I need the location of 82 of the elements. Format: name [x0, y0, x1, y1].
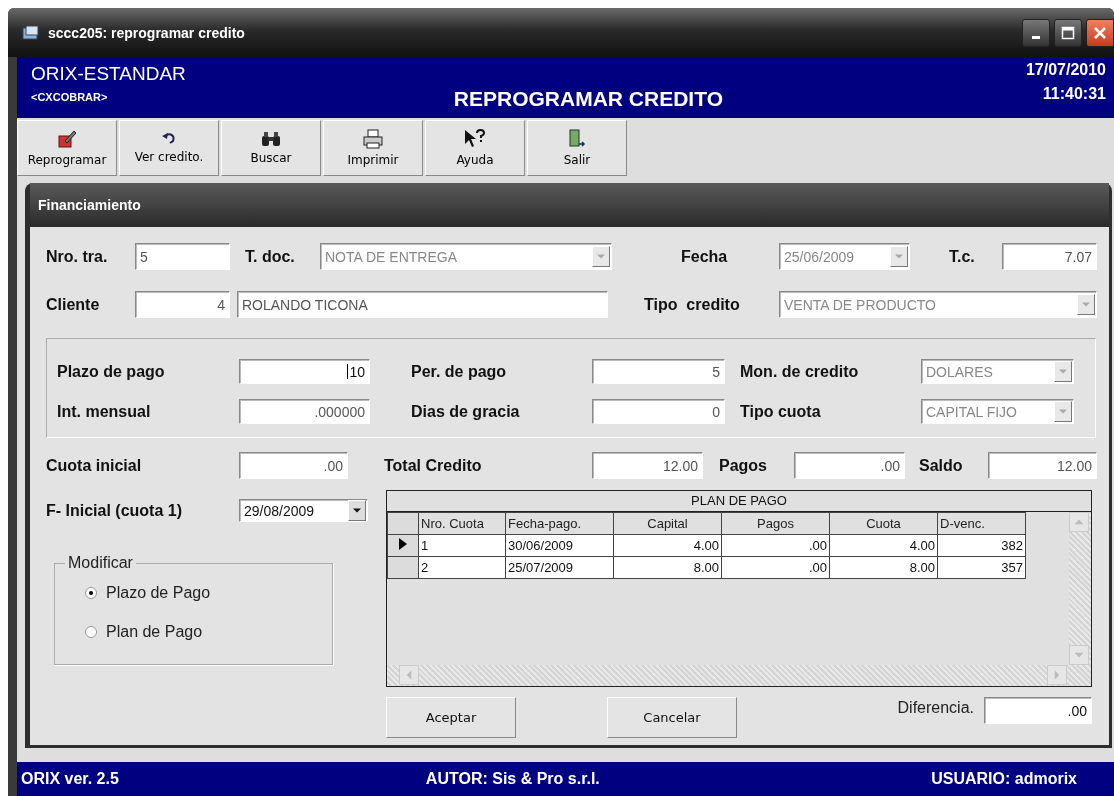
- version-text: ORIX ver. 2.5: [21, 770, 119, 788]
- toolbar-button[interactable]: Reprogramar: [17, 120, 117, 176]
- accept-button[interactable]: Aceptar: [386, 697, 516, 738]
- radio-option[interactable]: Plan de Pago: [85, 621, 203, 643]
- door-icon: [568, 129, 586, 149]
- text-field[interactable]: 7.07: [1002, 243, 1097, 270]
- field-label: Fecha: [681, 247, 729, 266]
- radio-button[interactable]: [85, 626, 97, 638]
- company-name: ORIX-ESTANDAR: [31, 63, 186, 85]
- column-header[interactable]: Fecha-pago.: [505, 512, 614, 535]
- column-header[interactable]: Nro. Cuota: [418, 512, 506, 535]
- vertical-scrollbar[interactable]: [1069, 512, 1091, 665]
- scroll-down-icon[interactable]: [1069, 645, 1089, 665]
- field-label: Tipo credito: [644, 295, 741, 314]
- text-field[interactable]: 5: [135, 243, 230, 270]
- close-icon: [1093, 25, 1107, 40]
- text-field[interactable]: 12.00: [988, 452, 1097, 479]
- user-text: USUARIO: admorix: [931, 770, 1077, 788]
- field-label: Per. de pago: [411, 362, 508, 381]
- minimize-button[interactable]: [1022, 18, 1050, 47]
- text-field[interactable]: 12.00: [592, 452, 703, 479]
- field-label: Mon. de credito: [740, 362, 860, 381]
- horizontal-scrollbar[interactable]: [387, 665, 1091, 686]
- field-label: Cuota inicial: [46, 456, 143, 475]
- field-label: Dias de gracia: [411, 402, 521, 421]
- toolbar-button[interactable]: Ayuda: [425, 120, 525, 176]
- scroll-right-icon[interactable]: [1047, 665, 1067, 685]
- field-label: Total Credito: [384, 456, 483, 475]
- screen-title: REPROGRAMAR CREDITO: [453, 87, 723, 112]
- field-label: T. doc.: [245, 247, 296, 266]
- field-label: Tipo cuota: [740, 402, 822, 421]
- field-label: Nro. tra.: [46, 247, 109, 266]
- radio-option[interactable]: Plazo de Pago: [85, 582, 211, 604]
- maximize-icon: [1061, 25, 1075, 40]
- field-label: Int. mensual: [57, 402, 152, 421]
- field-label: F- Inicial (cuota 1): [46, 501, 183, 520]
- row-header[interactable]: [387, 556, 419, 579]
- minimize-icon: [1032, 36, 1040, 39]
- window-title: sccc205: reprogramar credito: [48, 24, 245, 41]
- toolbar-button[interactable]: Buscar: [221, 120, 321, 176]
- text-field[interactable]: 10: [239, 359, 370, 384]
- pencil-icon: [57, 129, 77, 149]
- text-field[interactable]: .00: [794, 452, 905, 479]
- maximize-button[interactable]: [1054, 18, 1082, 47]
- text-field[interactable]: .000000: [239, 399, 370, 424]
- field-label: Saldo: [919, 456, 964, 475]
- radio-button[interactable]: [85, 587, 97, 599]
- toolbar-button[interactable]: Ver credito.: [119, 120, 219, 176]
- column-header[interactable]: Cuota: [829, 512, 938, 535]
- column-header[interactable]: Pagos: [721, 512, 830, 535]
- app-icon: [22, 24, 40, 41]
- column-header[interactable]: D-venc.: [937, 512, 1026, 535]
- text-field[interactable]: 0: [592, 399, 725, 424]
- text-field[interactable]: 4: [135, 291, 230, 318]
- column-header[interactable]: Capital: [613, 512, 722, 535]
- cancel-button[interactable]: Cancelar: [607, 697, 737, 738]
- module-name: <CXCOBRAR>: [31, 91, 109, 103]
- scroll-up-icon[interactable]: [1069, 512, 1089, 532]
- close-button[interactable]: [1086, 18, 1114, 47]
- field-label: Plazo de pago: [57, 362, 166, 381]
- printer-icon: [363, 129, 383, 149]
- toolbar-button[interactable]: Salir: [527, 120, 627, 176]
- scroll-left-icon[interactable]: [399, 665, 419, 685]
- text-field[interactable]: .00: [984, 697, 1092, 724]
- field-label: T.c.: [949, 247, 976, 266]
- row-header[interactable]: [387, 534, 419, 557]
- field-label: Diferencia.: [897, 699, 974, 717]
- text-field[interactable]: .00: [239, 452, 348, 479]
- help-pointer-icon: [464, 129, 486, 149]
- text-field[interactable]: ROLANDO TICONA: [237, 291, 608, 318]
- binoculars-icon: [261, 131, 281, 147]
- date-dropdown[interactable]: 29/08/2009: [239, 499, 368, 522]
- field-label: Cliente: [46, 295, 101, 314]
- time-text: 11:40:31: [1042, 85, 1106, 103]
- toolbar-button[interactable]: Imprimir: [323, 120, 423, 176]
- current-row-icon: [399, 538, 407, 550]
- panel-title: Financiamiento: [30, 183, 1109, 227]
- undo-arrow-icon: [161, 132, 177, 146]
- author-text: AUTOR: Sis & Pro s.r.l.: [425, 770, 600, 788]
- date-text: 17/07/2010: [1025, 61, 1106, 79]
- field-label: Pagos: [719, 456, 768, 475]
- text-field[interactable]: 5: [592, 359, 725, 384]
